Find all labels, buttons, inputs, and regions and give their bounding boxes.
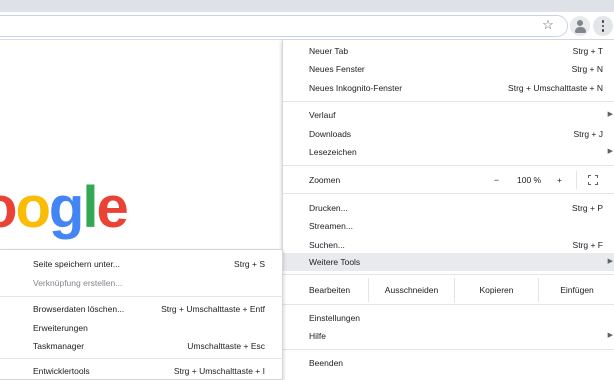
submenu-arrow-icon: ▶ — [607, 258, 613, 265]
submenu-arrow-icon: ▶ — [607, 332, 613, 339]
submenu-item-shortcut: Umschalttaste + Esc — [187, 341, 265, 351]
submenu-item-shortcut: Strg + S — [234, 259, 265, 269]
zoom-level: 100 % — [517, 175, 542, 185]
submenu-item-clear-data[interactable]: Browserdaten löschen... Strg + Umschaltta… — [0, 300, 283, 318]
menu-item-find[interactable]: Suchen... Strg + F — [283, 236, 614, 254]
copy-button[interactable]: Kopieren — [454, 278, 538, 302]
menu-separator — [283, 193, 614, 194]
menu-item-shortcut: Strg + J — [573, 129, 603, 139]
menu-separator — [0, 296, 283, 297]
menu-item-shortcut: Strg + P — [572, 203, 603, 213]
menu-item-downloads[interactable]: Downloads Strg + J — [283, 125, 614, 143]
menu-item-settings[interactable]: Einstellungen — [283, 309, 614, 327]
browser-toolbar: ☆ — [0, 12, 614, 40]
submenu-item-label: Browserdaten löschen... — [33, 304, 125, 314]
menu-item-bookmarks[interactable]: Lesezeichen ▶ — [283, 143, 614, 161]
zoom-in-button[interactable]: + — [557, 171, 562, 189]
submenu-item-dev-tools[interactable]: Entwicklertools Strg + Umschalttaste + I — [0, 362, 283, 380]
avatar-icon[interactable] — [570, 16, 590, 36]
menu-item-history[interactable]: Verlauf ▶ — [283, 106, 614, 124]
more-tools-submenu: Seite speichern unter... Strg + S Verknüp… — [0, 249, 283, 380]
menu-item-label: Hilfe — [309, 331, 327, 341]
paste-button[interactable]: Einfügen — [538, 278, 614, 302]
menu-item-label: Drucken... — [309, 203, 348, 213]
submenu-item-label: Verknüpfung erstellen... — [33, 278, 123, 288]
submenu-item-task-manager[interactable]: Taskmanager Umschalttaste + Esc — [0, 337, 283, 355]
star-icon[interactable]: ☆ — [540, 17, 556, 33]
menu-item-label: Einstellungen — [309, 313, 361, 323]
menu-item-cast[interactable]: Streamen... — [283, 217, 614, 235]
submenu-arrow-icon: ▶ — [607, 111, 613, 118]
submenu-item-label: Taskmanager — [33, 341, 85, 351]
menu-item-label: Bearbeiten — [309, 285, 351, 295]
address-bar[interactable] — [0, 15, 568, 37]
submenu-item-shortcut: Strg + Umschalttaste + Entf — [161, 304, 265, 314]
menu-item-more-tools[interactable]: Weitere Tools ▶ — [283, 253, 614, 271]
menu-item-label: Neuer Tab — [309, 46, 349, 56]
menu-item-label: Suchen... — [309, 240, 345, 250]
menu-separator — [283, 165, 614, 166]
menu-item-new-window[interactable]: Neues Fenster Strg + N — [283, 60, 614, 78]
menu-item-edit: Bearbeiten Ausschneiden Kopieren Einfüge… — [283, 278, 614, 302]
menu-item-shortcut: Strg + N — [571, 64, 603, 74]
menu-item-shortcut: Strg + T — [572, 46, 603, 56]
menu-item-label: Weitere Tools — [309, 257, 361, 267]
menu-item-label: Zoomen — [309, 175, 341, 185]
menu-item-label: Verlauf — [309, 110, 336, 120]
menu-item-zoom: Zoomen − 100 % + — [283, 171, 614, 189]
menu-item-shortcut: Strg + Umschalttaste + N — [508, 83, 603, 93]
menu-separator — [283, 101, 614, 102]
google-logo: oogle — [0, 175, 129, 240]
menu-item-label: Neues Fenster — [309, 64, 365, 74]
menu-item-label: Streamen... — [309, 221, 353, 231]
menu-item-label: Lesezeichen — [309, 147, 357, 157]
menu-item-label: Downloads — [309, 129, 352, 139]
submenu-item-create-shortcut: Verknüpfung erstellen... — [0, 274, 283, 292]
submenu-item-save-page[interactable]: Seite speichern unter... Strg + S — [0, 255, 283, 273]
menu-item-incognito[interactable]: Neues Inkognito-Fenster Strg + Umschaltta… — [283, 79, 614, 97]
menu-item-exit[interactable]: Beenden — [283, 354, 614, 372]
submenu-arrow-icon: ▶ — [607, 148, 613, 155]
submenu-item-label: Seite speichern unter... — [33, 259, 120, 269]
chrome-main-menu: Neuer Tab Strg + T Neues Fenster Strg + N … — [282, 40, 614, 380]
tab-strip — [0, 0, 614, 12]
menu-item-new-tab[interactable]: Neuer Tab Strg + T — [283, 42, 614, 60]
menu-item-label: Beenden — [309, 358, 344, 368]
submenu-item-label: Erweiterungen — [33, 323, 88, 333]
menu-item-help[interactable]: Hilfe ▶ — [283, 327, 614, 345]
menu-separator — [283, 349, 614, 350]
menu-separator — [283, 274, 614, 275]
submenu-item-extensions[interactable]: Erweiterungen — [0, 319, 283, 337]
submenu-item-label: Entwicklertools — [33, 366, 90, 376]
fullscreen-icon[interactable] — [588, 175, 598, 185]
kebab-menu-icon[interactable] — [593, 16, 613, 36]
menu-item-label: Neues Inkognito-Fenster — [309, 83, 403, 93]
submenu-item-shortcut: Strg + Umschalttaste + I — [173, 366, 265, 376]
zoom-out-button[interactable]: − — [494, 171, 499, 189]
menu-item-shortcut: Strg + F — [572, 240, 603, 250]
zoom-divider — [576, 171, 577, 189]
cut-button[interactable]: Ausschneiden — [368, 278, 454, 302]
menu-item-print[interactable]: Drucken... Strg + P — [283, 199, 614, 217]
menu-separator — [283, 304, 614, 305]
menu-separator — [0, 358, 283, 359]
